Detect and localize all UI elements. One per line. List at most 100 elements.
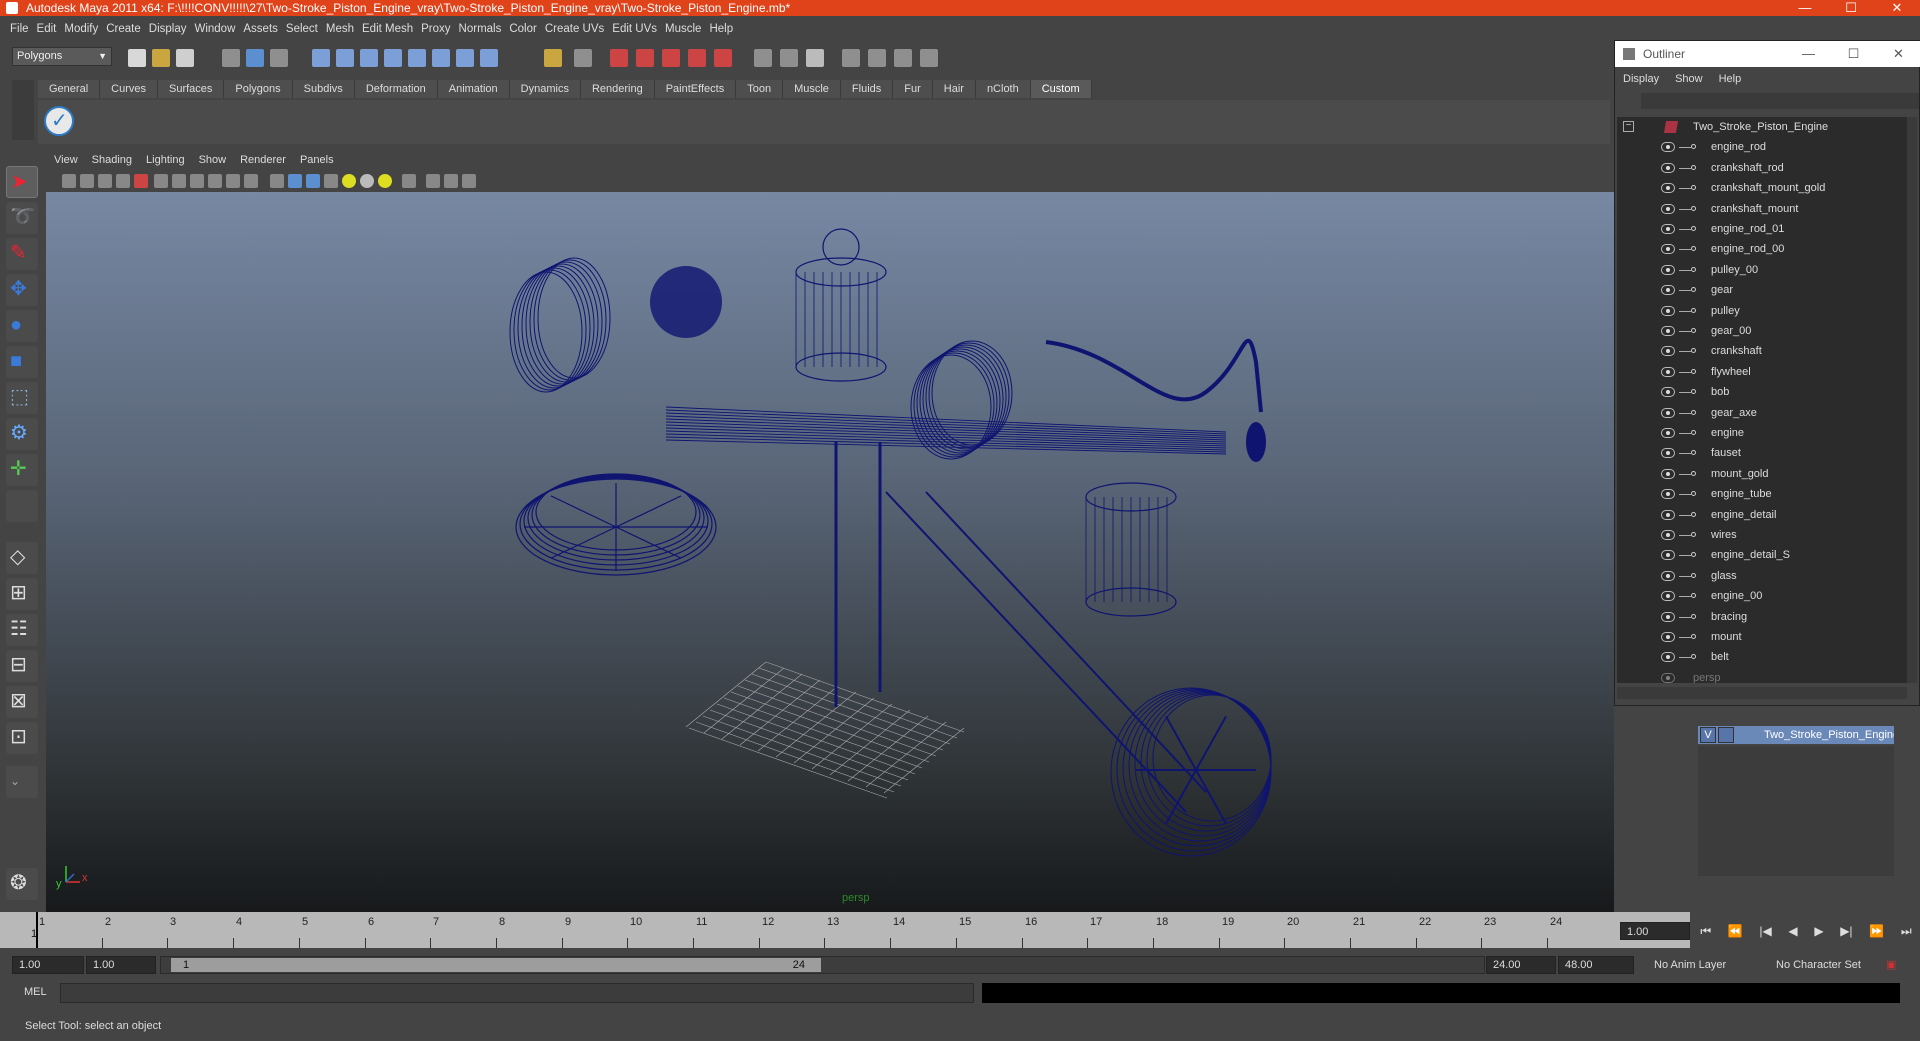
render-settings-icon[interactable]	[662, 49, 680, 67]
outliner-horizontal-scrollbar[interactable]	[1617, 687, 1907, 699]
panel-menu-lighting[interactable]: Lighting	[146, 154, 185, 170]
check-icon[interactable]	[44, 106, 74, 136]
panel-menu-view[interactable]: View	[54, 154, 78, 170]
maximize-button[interactable]: ☐	[1828, 0, 1874, 16]
outliner-item[interactable]: crankshaft	[1617, 341, 1907, 361]
layout-four-pane-button[interactable]: ⊞	[6, 578, 38, 610]
playback-button[interactable]: |◀	[1759, 924, 1771, 938]
layout-hypershade-button[interactable]: ⊠	[6, 686, 38, 718]
menu-assets[interactable]: Assets	[243, 23, 286, 35]
outliner-item[interactable]: mount	[1617, 627, 1907, 647]
menu-create[interactable]: Create	[106, 23, 149, 35]
layout-persp-outliner-graph-button[interactable]: ⊡	[6, 722, 38, 754]
new-scene-icon[interactable]	[128, 49, 146, 67]
start-time-field[interactable]: 1.00	[12, 956, 84, 974]
playback-button[interactable]: ⏩	[1869, 924, 1884, 938]
shelf-tab-custom[interactable]: Custom	[1030, 80, 1092, 98]
select-object-icon[interactable]	[246, 49, 264, 67]
outliner-item[interactable]: flywheel	[1617, 362, 1907, 382]
menu-proxy[interactable]: Proxy	[421, 23, 458, 35]
snap-curve-icon[interactable]	[336, 49, 354, 67]
outliner-minimize-button[interactable]: —	[1786, 41, 1831, 67]
shelf-tab-subdivs[interactable]: Subdivs	[292, 80, 355, 98]
rotate-tool-button[interactable]: ●	[6, 310, 38, 342]
range-slider-thumb[interactable]: 1 24	[171, 958, 821, 972]
save-scene-icon[interactable]	[176, 49, 194, 67]
menu-edit[interactable]: Edit	[37, 23, 65, 35]
menu-file[interactable]: File	[10, 23, 37, 35]
playback-start-field[interactable]: 1.00	[86, 956, 156, 974]
outliner-root-item[interactable]: − Two_Stroke_Piston_Engine	[1617, 117, 1907, 137]
toolbox-collapse-button[interactable]: ⌄	[6, 766, 38, 798]
end-time-field[interactable]: 48.00	[1558, 956, 1634, 974]
outliner-item[interactable]: pulley	[1617, 301, 1907, 321]
film-gate-icon[interactable]	[172, 174, 186, 188]
input-output-icon[interactable]	[432, 49, 450, 67]
shelf-tab-hair[interactable]: Hair	[932, 80, 976, 98]
xray-joints-icon[interactable]	[444, 174, 458, 188]
shelf-tab-surfaces[interactable]: Surfaces	[157, 80, 225, 98]
wireframe-on-shaded-icon[interactable]	[306, 174, 320, 188]
shadows-icon[interactable]	[360, 174, 374, 188]
move-tool-button[interactable]: ✥	[6, 274, 38, 306]
perspective-viewport[interactable]: persp x y	[46, 192, 1614, 912]
menu-window[interactable]: Window	[194, 23, 243, 35]
outliner-item[interactable]: crankshaft_mount_gold	[1617, 178, 1907, 198]
outliner-vertical-scrollbar[interactable]	[1907, 117, 1917, 683]
hypershade-icon[interactable]	[688, 49, 706, 67]
playback-button[interactable]: ⏪	[1728, 924, 1743, 938]
panel-menu-panels[interactable]: Panels	[300, 154, 334, 170]
image-plane-icon[interactable]	[116, 174, 130, 188]
snap-view-plane-icon[interactable]	[384, 49, 402, 67]
outliner-item[interactable]: fauset	[1617, 443, 1907, 463]
shelf-tab-muscle[interactable]: Muscle	[783, 80, 841, 98]
outliner-item[interactable]: gear_00	[1617, 321, 1907, 341]
field-chart-icon[interactable]	[226, 174, 240, 188]
share-icon[interactable]	[462, 174, 476, 188]
shelf-tab-rendering[interactable]: Rendering	[580, 80, 655, 98]
render-view-icon[interactable]	[714, 49, 732, 67]
shelf-tab-ncloth[interactable]: nCloth	[975, 80, 1031, 98]
mel-command-input[interactable]	[60, 983, 974, 1003]
show-manipulator-button[interactable]: ✛	[6, 454, 38, 486]
xray-icon[interactable]	[426, 174, 440, 188]
layer-visibility-toggle[interactable]: V	[1700, 727, 1716, 743]
smooth-shade-icon[interactable]	[288, 174, 302, 188]
minimize-button[interactable]: —	[1782, 0, 1828, 16]
playback-end-field[interactable]: 24.00	[1486, 956, 1556, 974]
menu-color[interactable]: Color	[509, 23, 544, 35]
outliner-maximize-button[interactable]: ☐	[1831, 41, 1876, 67]
display-layer-row[interactable]: V Two_Stroke_Piston_Engine	[1698, 726, 1894, 744]
render-region-icon[interactable]	[574, 49, 592, 67]
outliner-item[interactable]: bracing	[1617, 607, 1907, 627]
playback-button[interactable]: ▶|	[1840, 924, 1852, 938]
outliner-item[interactable]: engine_detail_S	[1617, 545, 1907, 565]
ipr-render-icon[interactable]	[636, 49, 654, 67]
menu-select[interactable]: Select	[286, 23, 326, 35]
outliner-item[interactable]: wires	[1617, 525, 1907, 545]
shelf-menu-handle[interactable]	[12, 80, 34, 140]
snap-grid-icon[interactable]	[312, 49, 330, 67]
outliner-item[interactable]: mount_gold	[1617, 464, 1907, 484]
menu-mesh[interactable]: Mesh	[326, 23, 362, 35]
panel-menu-shading[interactable]: Shading	[92, 154, 132, 170]
gate-mask-icon[interactable]	[208, 174, 222, 188]
help-query-icon[interactable]	[480, 49, 498, 67]
layout-outliner-persp-button[interactable]: ☷	[6, 614, 38, 646]
select-tool-button[interactable]: ➤	[6, 166, 38, 198]
bookmark-icon[interactable]	[98, 174, 112, 188]
shelf-tab-dynamics[interactable]: Dynamics	[509, 80, 581, 98]
outliner-item[interactable]: engine_detail	[1617, 505, 1907, 525]
outliner-item[interactable]: engine_rod	[1617, 137, 1907, 157]
layout-four-icon[interactable]	[868, 49, 886, 67]
panel-menu-show[interactable]: Show	[199, 154, 227, 170]
shelf-tab-curves[interactable]: Curves	[100, 80, 158, 98]
collapse-icon[interactable]: −	[1623, 121, 1634, 132]
lasso-tool-button[interactable]: ➰	[6, 202, 38, 234]
mel-language-toggle[interactable]: MEL	[24, 986, 47, 998]
shelf-tab-animation[interactable]: Animation	[437, 80, 510, 98]
safe-action-icon[interactable]	[244, 174, 258, 188]
universal-manipulator-button[interactable]: ⬚	[6, 382, 38, 414]
layout-persp-graph-button[interactable]: ⊟	[6, 650, 38, 682]
outliner-item[interactable]: bob	[1617, 382, 1907, 402]
